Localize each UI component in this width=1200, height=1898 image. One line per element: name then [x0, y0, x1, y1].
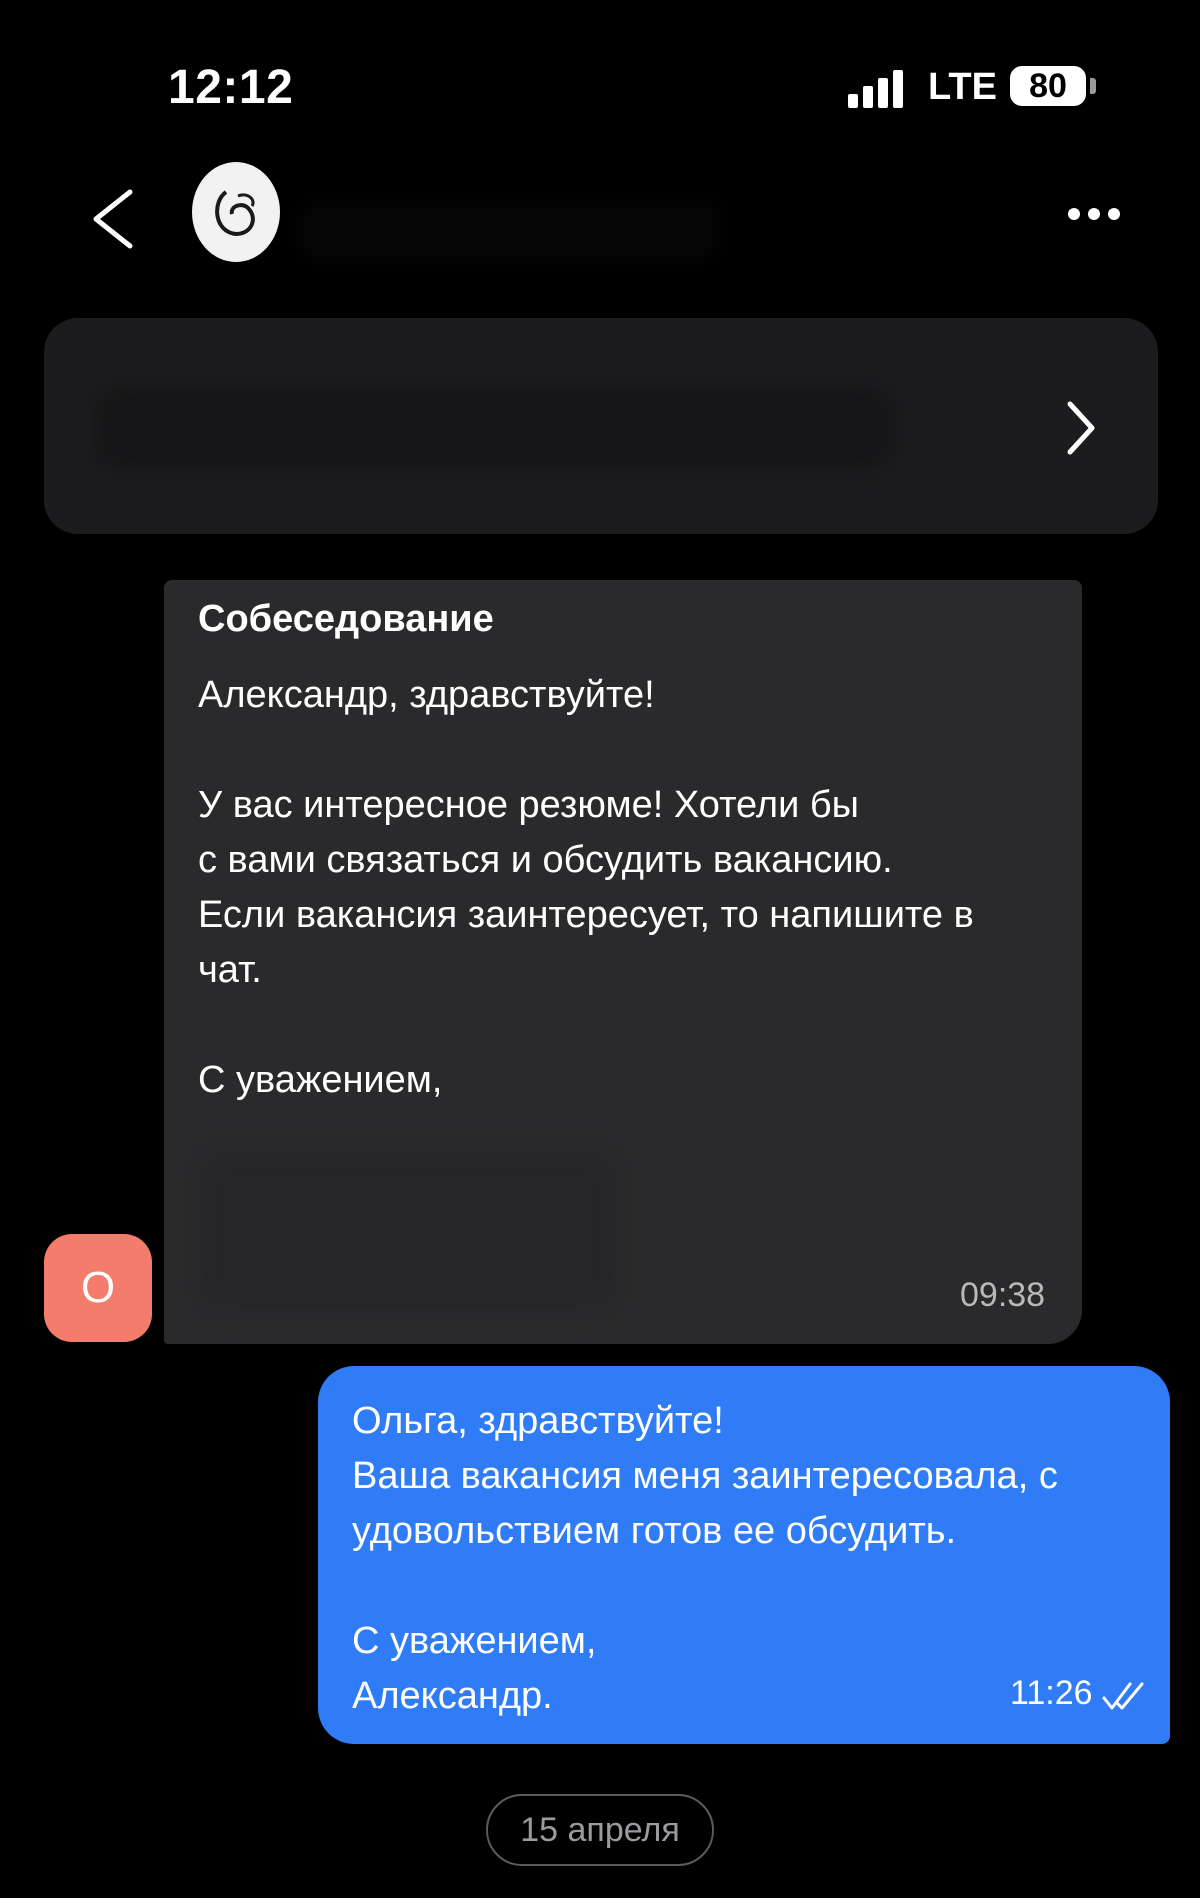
network-label: LTE: [928, 66, 997, 108]
more-horizontal-icon: [1068, 208, 1080, 220]
chat-avatar[interactable]: [192, 162, 280, 262]
message-title: Собеседование: [198, 598, 494, 640]
chevron-left-icon: [93, 189, 133, 249]
battery-indicator: 80: [1010, 66, 1086, 106]
chevron-right-icon: [1067, 401, 1095, 455]
incoming-message-time: 09:38: [960, 1276, 1046, 1314]
more-button[interactable]: [1064, 200, 1124, 230]
vacancy-card[interactable]: [44, 318, 1158, 534]
vacancy-info-redacted: [94, 388, 894, 468]
outgoing-message-time: 11:26: [1010, 1674, 1093, 1712]
date-separator: 15 апреля: [486, 1794, 714, 1866]
message-body: Александр, здравствуйте! У вас интересно…: [198, 674, 974, 1101]
chat-name-redacted: [300, 200, 720, 260]
company-logo: [196, 166, 276, 258]
back-button[interactable]: [84, 186, 144, 252]
sender-avatar[interactable]: О: [44, 1234, 152, 1342]
signature-redacted: [198, 1150, 618, 1310]
double-check-icon: [1102, 1682, 1144, 1710]
battery-tip: [1090, 78, 1096, 94]
signal-icon: [848, 68, 908, 108]
status-time: 12:12: [168, 61, 294, 114]
